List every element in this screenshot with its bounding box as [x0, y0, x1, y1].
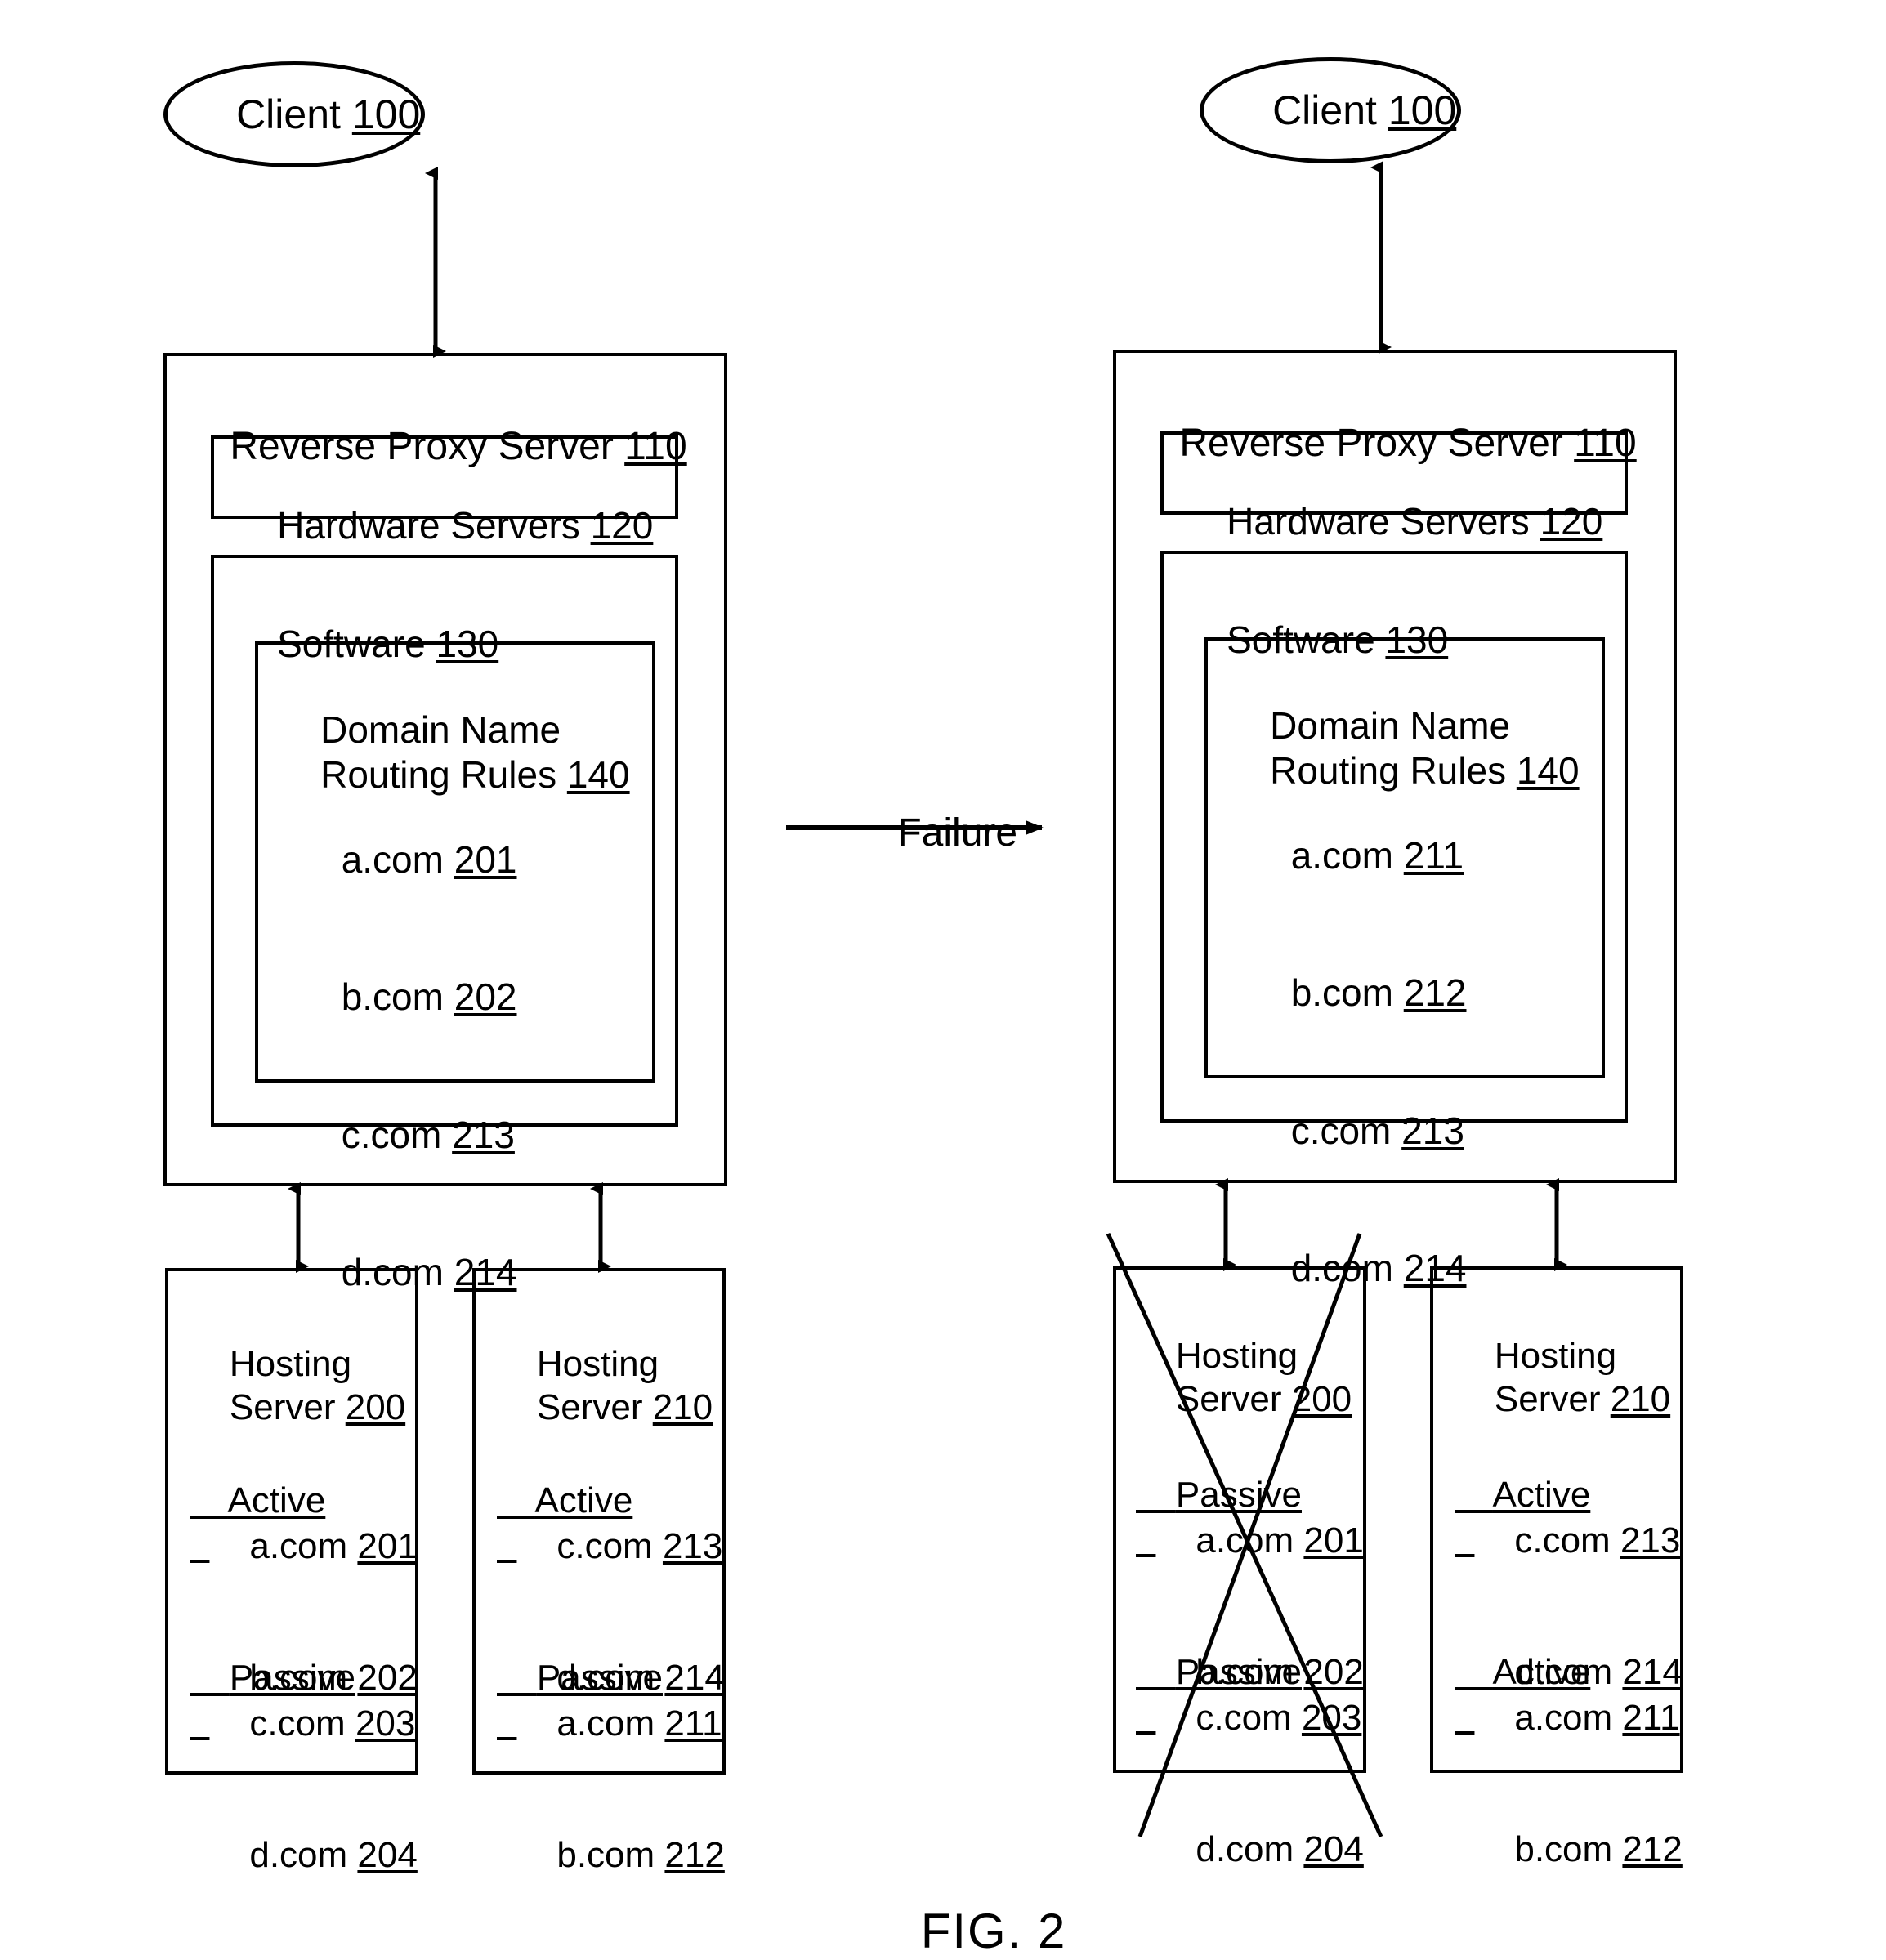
hosting-server-title-line2: Server — [1175, 1378, 1282, 1419]
domain-name: c.com — [1196, 1697, 1292, 1738]
routing-rule-row: a.com 201 — [279, 791, 517, 928]
client-label: Client 100 — [168, 38, 421, 190]
domain-ref: 212 — [1622, 1828, 1683, 1869]
domain-ref: 204 — [357, 1834, 418, 1875]
routing-rule-ref: 201 — [454, 838, 517, 882]
domain-ref: 204 — [1303, 1828, 1364, 1869]
domain-row: c.com 213 — [1455, 1475, 1683, 1606]
domain-row: c.com 203 — [1136, 1652, 1364, 1784]
domain-ref: 212 — [664, 1834, 725, 1875]
domain-name: a.com — [1514, 1697, 1613, 1738]
routing-rule-domain: b.com — [1290, 971, 1393, 1015]
domain-row: b.com 212 — [1455, 1784, 1683, 1915]
routing-rule-domain: c.com — [341, 1113, 442, 1156]
client-ref: 100 — [351, 92, 421, 137]
routing-rule-ref: 213 — [452, 1113, 515, 1156]
routing-rule-row: c.com 213 — [1228, 1062, 1466, 1199]
figure-canvas: Client 100 Reverse Proxy Server 110 Hard… — [0, 0, 1886, 1960]
hardware-servers-ref: 120 — [590, 504, 654, 547]
hosting-server-title-line2: Server — [1494, 1378, 1601, 1419]
failure-transition-label: Failure — [854, 760, 1017, 906]
hosting-server-210-group1-entries-before: a.com 211 b.com 212 — [497, 1658, 725, 1921]
domain-ref: 213 — [662, 1525, 723, 1566]
domain-row: a.com 211 — [497, 1658, 725, 1789]
figure-caption-text: FIG. 2 — [920, 1904, 1067, 1959]
hosting-server-210-group1-entries-after: a.com 211 b.com 212 — [1455, 1652, 1683, 1915]
routing-rules-entries-after: a.com 211 b.com 212 c.com 213 d.com 214 — [1228, 787, 1467, 1337]
hosting-server-ref: 210 — [652, 1386, 713, 1427]
domain-row: a.com 211 — [1455, 1652, 1683, 1784]
domain-name: b.com — [556, 1834, 655, 1875]
client-name: Client — [1272, 87, 1377, 133]
domain-name: c.com — [556, 1525, 653, 1566]
domain-row: a.com 201 — [190, 1480, 418, 1612]
failure-label-text: Failure — [897, 810, 1018, 855]
routing-rule-row: b.com 202 — [279, 928, 517, 1065]
domain-ref: 201 — [357, 1525, 418, 1566]
routing-rule-domain: a.com — [341, 838, 444, 882]
domain-ref: 201 — [1303, 1520, 1364, 1560]
hosting-server-ref: 200 — [345, 1386, 406, 1427]
client-node-before[interactable]: Client 100 — [163, 61, 425, 167]
hosting-server-ref: 210 — [1610, 1378, 1671, 1419]
routing-rule-row: b.com 212 — [1228, 924, 1467, 1061]
routing-rule-domain: a.com — [1290, 834, 1393, 877]
hardware-servers-title-text: Hardware Servers — [1227, 500, 1530, 543]
domain-name: c.com — [249, 1703, 346, 1743]
hosting-server-title-line2: Server — [536, 1386, 643, 1427]
figure-caption: FIG. 2 — [860, 1841, 1066, 1960]
domain-row: c.com 213 — [497, 1480, 725, 1612]
routing-rule-domain: b.com — [341, 976, 444, 1019]
routing-rule-ref: 202 — [454, 976, 517, 1019]
hardware-servers-title-text: Hardware Servers — [277, 504, 580, 547]
client-name: Client — [236, 92, 341, 137]
routing-rule-row: c.com 213 — [279, 1066, 516, 1203]
domain-name: d.com — [1196, 1828, 1294, 1869]
domain-name: a.com — [249, 1525, 348, 1566]
client-node-after[interactable]: Client 100 — [1200, 57, 1461, 163]
hosting-server-title-line2: Server — [229, 1386, 336, 1427]
domain-name: a.com — [556, 1703, 655, 1743]
routing-rule-ref: 213 — [1401, 1109, 1464, 1152]
domain-ref: 203 — [1301, 1697, 1362, 1738]
routing-rule-ref: 212 — [1403, 971, 1467, 1015]
domain-row: c.com 203 — [190, 1658, 418, 1789]
routing-rule-row: a.com 211 — [1228, 787, 1466, 924]
routing-rules-title-line2: Routing Rules — [1270, 749, 1507, 792]
client-ref: 100 — [1388, 87, 1457, 133]
domain-ref: 203 — [355, 1703, 416, 1743]
hosting-server-200-group1-entries-after: c.com 203 d.com 204 — [1136, 1652, 1364, 1915]
domain-ref: 211 — [1622, 1697, 1680, 1738]
routing-rules-entries-before: a.com 201 b.com 202 c.com 213 d.com 214 — [279, 791, 517, 1341]
hosting-server-ref: 200 — [1291, 1378, 1352, 1419]
routing-rules-title-line2: Routing Rules — [320, 753, 557, 797]
domain-row: a.com 201 — [1136, 1475, 1364, 1606]
domain-name: d.com — [249, 1834, 348, 1875]
domain-row: d.com 204 — [1136, 1784, 1364, 1915]
domain-name: a.com — [1196, 1520, 1294, 1560]
domain-row: d.com 204 — [190, 1789, 418, 1921]
domain-name: b.com — [1514, 1828, 1613, 1869]
domain-row: b.com 212 — [497, 1789, 725, 1921]
routing-rules-ref: 140 — [566, 753, 630, 797]
domain-ref: 213 — [1620, 1520, 1681, 1560]
routing-rule-ref: 211 — [1403, 834, 1464, 877]
client-label: Client 100 — [1204, 34, 1457, 186]
hosting-server-200-group1-entries-before: c.com 203 d.com 204 — [190, 1658, 418, 1921]
domain-ref: 211 — [664, 1703, 722, 1743]
hardware-servers-ref: 120 — [1540, 500, 1603, 543]
routing-rule-domain: c.com — [1290, 1109, 1392, 1152]
routing-rules-ref: 140 — [1516, 749, 1580, 792]
domain-name: c.com — [1514, 1520, 1611, 1560]
